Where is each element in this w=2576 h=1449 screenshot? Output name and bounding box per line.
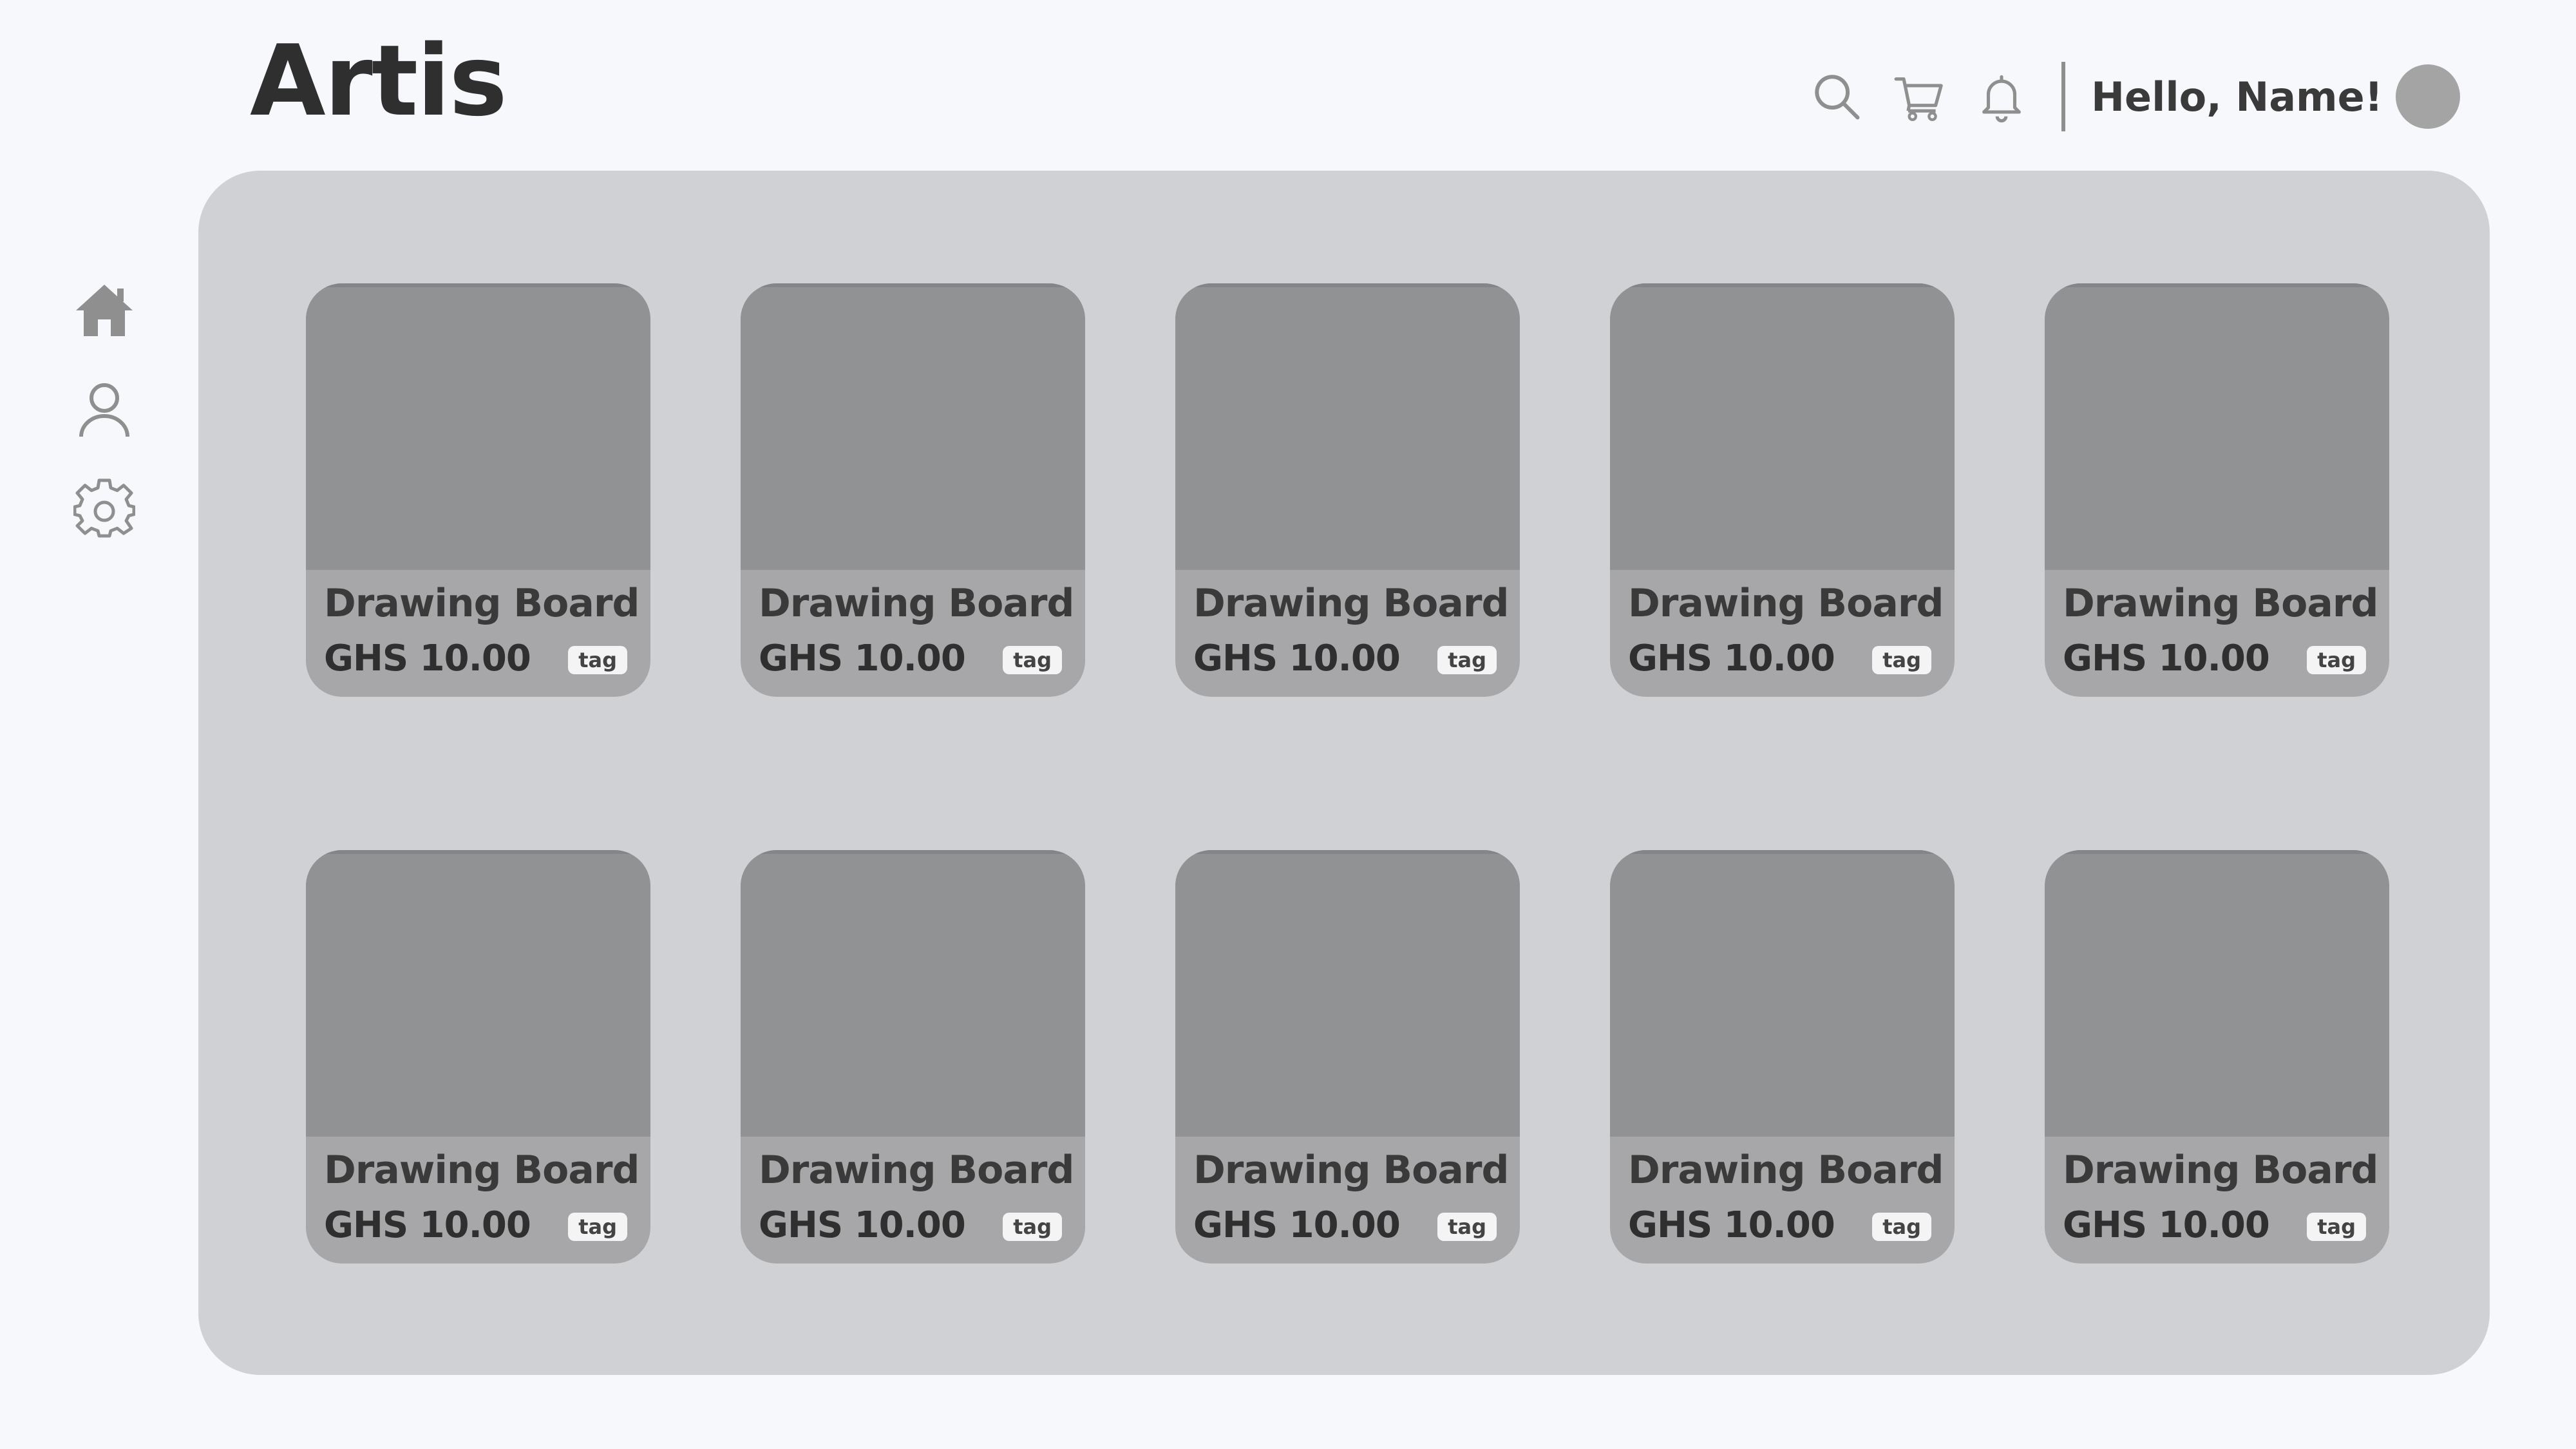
product-title: Drawing Board: [324, 581, 639, 626]
product-tag: tag: [1437, 646, 1497, 674]
product-tag: tag: [1872, 646, 1931, 674]
product-card[interactable]: Drawing Board GHS 10.00 tag: [1175, 850, 1520, 1264]
product-title: Drawing Board: [2063, 581, 2378, 626]
product-card[interactable]: Drawing Board GHS 10.00 tag: [741, 283, 1085, 697]
home-icon: [76, 285, 133, 336]
product-price: GHS 10.00: [1193, 1204, 1401, 1246]
sidebar-item-home[interactable]: [71, 277, 138, 344]
product-card[interactable]: Drawing Board GHS 10.00 tag: [741, 850, 1085, 1264]
user-greeting: Hello, Name!: [2091, 73, 2383, 120]
product-image[interactable]: [1610, 850, 1955, 1137]
avatar[interactable]: [2396, 64, 2460, 129]
sidebar-item-settings[interactable]: [71, 475, 138, 542]
product-price: GHS 10.00: [759, 1204, 966, 1246]
product-grid: Drawing Board GHS 10.00 tag Drawing Board GH…: [306, 283, 2389, 1264]
header-actions: Hello, Name!: [1781, 62, 2460, 131]
product-card[interactable]: Drawing Board GHS 10.00 tag: [306, 283, 650, 697]
product-price: GHS 10.00: [324, 1204, 531, 1246]
product-card[interactable]: Drawing Board GHS 10.00 tag: [1610, 283, 1955, 697]
sidebar-item-profile[interactable]: [71, 376, 138, 443]
product-tag: tag: [1872, 1213, 1931, 1241]
user-icon: [79, 383, 129, 437]
product-tag: tag: [1437, 1213, 1497, 1241]
product-tag: tag: [1003, 646, 1062, 674]
product-title: Drawing Board: [1193, 1148, 1509, 1193]
product-image[interactable]: [1610, 283, 1955, 570]
product-title: Drawing Board: [324, 1148, 639, 1193]
product-title: Drawing Board: [759, 1148, 1074, 1193]
product-title: Drawing Board: [1628, 581, 1944, 626]
cart-icon[interactable]: [1893, 70, 1946, 123]
product-price: GHS 10.00: [1628, 638, 1835, 679]
product-panel: Drawing Board GHS 10.00 tag Drawing Board GH…: [198, 171, 2490, 1375]
product-image[interactable]: [1175, 850, 1520, 1137]
product-title: Drawing Board: [2063, 1148, 2378, 1193]
product-tag: tag: [2307, 646, 2366, 674]
product-card[interactable]: Drawing Board GHS 10.00 tag: [2045, 850, 2389, 1264]
product-title: Drawing Board: [1628, 1148, 1944, 1193]
product-price: GHS 10.00: [2063, 1204, 2270, 1246]
product-title: Drawing Board: [759, 581, 1074, 626]
product-card[interactable]: Drawing Board GHS 10.00 tag: [306, 850, 650, 1264]
product-image[interactable]: [306, 283, 650, 570]
sidebar: [71, 277, 138, 574]
product-tag: tag: [568, 1213, 627, 1241]
product-card[interactable]: Drawing Board GHS 10.00 tag: [1610, 850, 1955, 1264]
product-tag: tag: [568, 646, 627, 674]
product-image[interactable]: [741, 850, 1085, 1137]
product-tag: tag: [2307, 1213, 2366, 1241]
product-title: Drawing Board: [1193, 581, 1509, 626]
product-price: GHS 10.00: [2063, 638, 2270, 679]
product-price: GHS 10.00: [324, 638, 531, 679]
product-image[interactable]: [1175, 283, 1520, 570]
product-image[interactable]: [2045, 850, 2389, 1137]
product-price: GHS 10.00: [1628, 1204, 1835, 1246]
search-icon[interactable]: [1810, 70, 1863, 123]
product-card[interactable]: Drawing Board GHS 10.00 tag: [2045, 283, 2389, 697]
bell-icon[interactable]: [1975, 70, 2028, 123]
header-divider: [2061, 62, 2066, 131]
product-price: GHS 10.00: [759, 638, 966, 679]
gear-icon: [73, 478, 135, 538]
product-card[interactable]: Drawing Board GHS 10.00 tag: [1175, 283, 1520, 697]
product-image[interactable]: [741, 283, 1085, 570]
product-price: GHS 10.00: [1193, 638, 1401, 679]
app-logo[interactable]: Artis: [250, 32, 507, 130]
product-image[interactable]: [2045, 283, 2389, 570]
product-image[interactable]: [306, 850, 650, 1137]
product-tag: tag: [1003, 1213, 1062, 1241]
